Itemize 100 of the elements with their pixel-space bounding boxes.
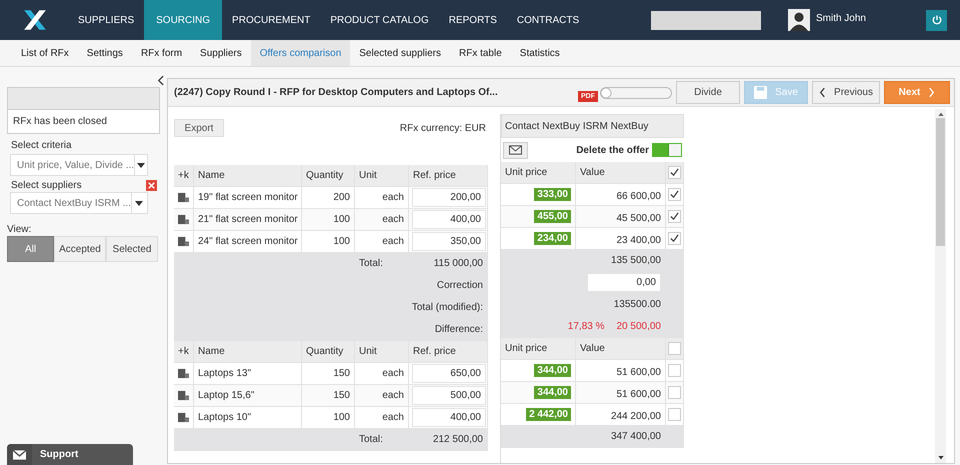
envelope-icon (509, 145, 522, 155)
divide-button[interactable]: Divide (676, 81, 740, 104)
unit-cell: each (355, 407, 409, 428)
criteria-label: Select criteria (11, 140, 73, 151)
select-all-checkbox[interactable] (668, 166, 681, 179)
quantity-cell: 100 (302, 209, 355, 230)
computer-icon (178, 236, 189, 247)
export-button[interactable]: Export (174, 119, 224, 137)
search-field[interactable] (650, 10, 761, 30)
caret-icon (135, 200, 144, 206)
logout-button[interactable] (926, 10, 947, 30)
row-checkbox[interactable] (668, 188, 681, 201)
nav-tab[interactable]: SOURCING (144, 0, 222, 40)
column-header: Unit (355, 341, 409, 362)
row-checkbox[interactable] (668, 386, 681, 399)
computer-icon (178, 412, 189, 423)
item-name: Laptops 13" (194, 363, 302, 384)
unit-cell: each (355, 363, 409, 384)
sub-tab[interactable]: Settings (78, 40, 132, 66)
unit-price-badge: 344,00 (534, 386, 571, 399)
modified-total-label: Total (modified): (174, 297, 488, 318)
value-cell: 244 200,00 (576, 404, 666, 425)
user-name[interactable]: Smith John (816, 13, 866, 24)
view-toggle[interactable]: Accepted (54, 236, 106, 262)
clear-icon[interactable] (146, 180, 157, 190)
ref-price-field[interactable]: 400,00 (412, 408, 486, 427)
scroll-down-icon[interactable] (938, 456, 944, 460)
computer-icon (178, 390, 189, 401)
criteria-select[interactable]: Unit price, Value, Divide ... (10, 154, 148, 176)
scrollbar[interactable] (935, 109, 946, 463)
envelope-icon (13, 450, 26, 460)
status-text: RFx has been closed (12, 115, 108, 129)
delete-offer-switch[interactable] (652, 143, 682, 157)
offer-total: 135 500,00 (576, 250, 666, 271)
nav-tab[interactable]: CONTRACTS (506, 0, 590, 40)
ref-price-field[interactable]: 650,00 (412, 364, 486, 383)
column-header: Unit (355, 165, 409, 186)
slider-drawing[interactable] (600, 86, 672, 98)
rfx-title: (2247) Copy Round I - RFP for Desktop Computers and Laptops Of... (174, 87, 499, 98)
value-cell: 51 600,00 (576, 360, 666, 381)
unit-price-badge: 2 442,00 (526, 408, 571, 421)
column-header: Unit price (501, 338, 576, 359)
delete-offer-label: Delete the offer (576, 144, 649, 156)
view-label: View: (7, 224, 32, 235)
column-header: Quantity (302, 165, 355, 186)
correction-label: Correction (174, 275, 488, 296)
ref-price-field[interactable]: 350,00 (412, 232, 486, 251)
value-cell: 66 600,00 (576, 184, 666, 205)
offer-total: 347 400,00 (576, 426, 666, 447)
value-cell: 51 600,00 (576, 382, 666, 403)
support-button[interactable]: Support (7, 444, 133, 465)
modified-total: 135500.00 (576, 294, 666, 315)
unit-price-badge: 333,00 (534, 188, 571, 201)
column-header: Value (576, 162, 666, 183)
nav-tab[interactable]: REPORTS (438, 0, 507, 40)
supplier-name: Contact NextBuy ISRM NextBuy (505, 120, 648, 132)
row-checkbox[interactable] (668, 210, 681, 223)
sub-tab[interactable]: RFx form (132, 40, 192, 66)
previous-button[interactable]: Previous (812, 81, 880, 104)
nav-tab[interactable]: SUPPLIERS (68, 0, 144, 40)
sub-tab[interactable]: Statistics (510, 40, 569, 66)
difference-label: Difference: (174, 319, 488, 340)
sub-tab[interactable]: Selected suppliers (350, 40, 450, 66)
row-checkbox[interactable] (668, 408, 681, 421)
sub-tab[interactable]: List of RFx (12, 40, 78, 66)
item-name: Laptop 15,6" (194, 385, 302, 406)
scroll-up-icon[interactable] (938, 112, 944, 116)
row-checkbox[interactable] (668, 364, 681, 377)
row-checkbox[interactable] (668, 232, 681, 245)
correction-field[interactable]: 0,00 (587, 273, 661, 292)
column-header: Ref. price (409, 165, 488, 186)
total-label: Total: (355, 253, 409, 274)
value-cell: 45 500,00 (576, 206, 666, 227)
ref-price-field[interactable]: 400,00 (412, 210, 486, 229)
ref-price-field[interactable]: 200,00 (412, 188, 486, 207)
unit-cell: each (355, 209, 409, 230)
view-toggle[interactable]: Selected (106, 236, 158, 262)
column-header: Name (194, 165, 302, 186)
item-name: 19" flat screen monitor (194, 187, 302, 208)
difference-percent: 17,83 % (568, 321, 604, 332)
unit-price-badge: 234,00 (534, 232, 571, 245)
total-label: Total: (355, 429, 409, 450)
nav-tab[interactable]: PRODUCT CATALOG (320, 0, 439, 40)
suppliers-select[interactable]: Contact NextBuy ISRM ... (10, 192, 148, 214)
quantity-cell: 100 (302, 407, 355, 428)
select-all-checkbox[interactable] (668, 342, 681, 355)
power-icon (930, 14, 942, 26)
column-header: +k (174, 165, 194, 186)
unit-cell: each (355, 187, 409, 208)
collapse-icon[interactable] (157, 75, 164, 86)
ref-price-field[interactable]: 500,00 (412, 386, 486, 405)
computer-icon (178, 192, 189, 203)
suppliers-label: Select suppliers (11, 180, 82, 191)
quantity-cell: 100 (302, 231, 355, 252)
nav-tab[interactable]: PROCUREMENT (222, 0, 320, 40)
sub-tab[interactable]: Suppliers (191, 40, 251, 66)
mail-button[interactable] (503, 142, 528, 158)
sub-tab[interactable]: RFx table (450, 40, 511, 66)
column-header: Name (194, 341, 302, 362)
item-name: Laptops 10" (194, 407, 302, 428)
